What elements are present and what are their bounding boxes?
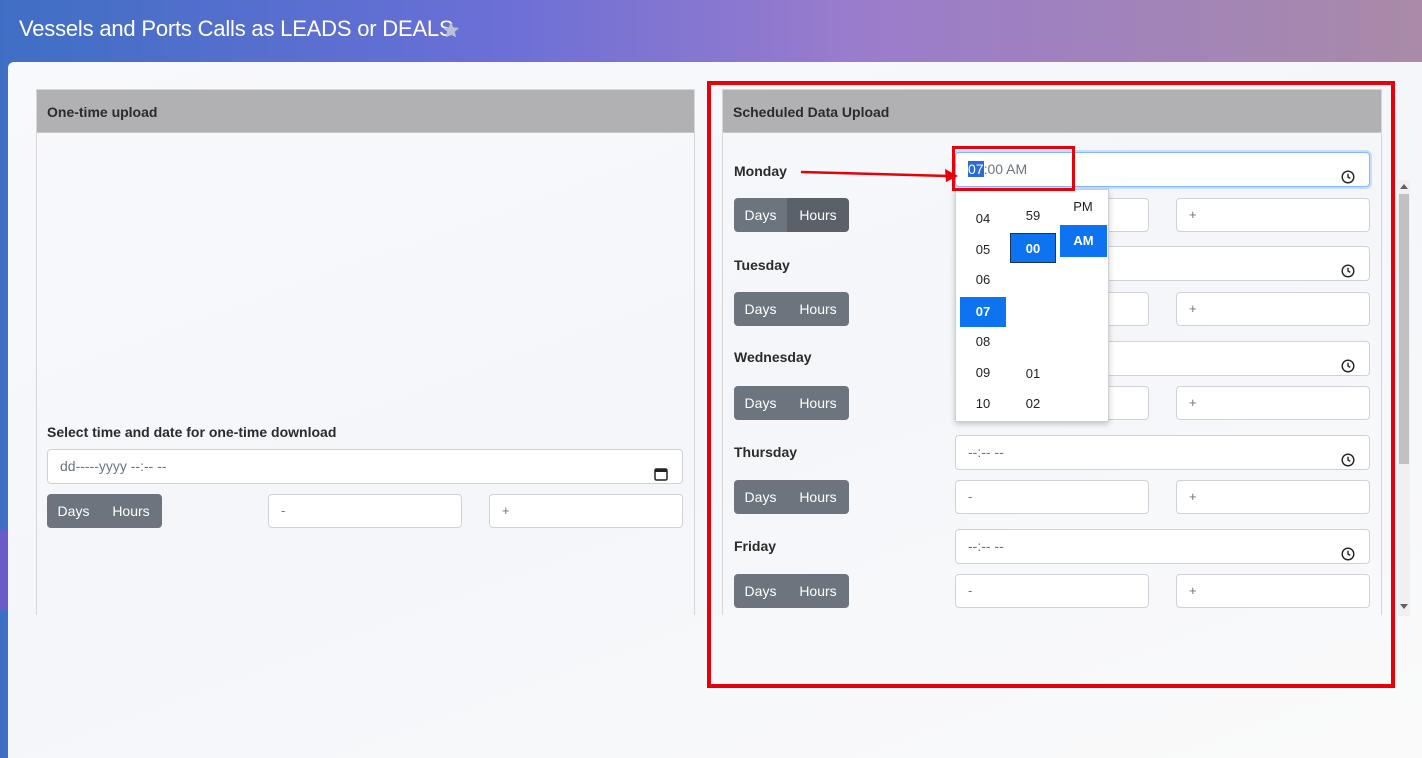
one-time-upload-panel: One-time upload	[36, 89, 695, 615]
one-time-select-label: Select time and date for one-time downlo…	[47, 424, 337, 440]
hours-button[interactable]: Hours	[100, 494, 162, 528]
page-title: Vessels and Ports Calls as LEADS or DEAL…	[19, 16, 454, 41]
annotation-arrow	[800, 169, 958, 182]
one-time-datetime-input[interactable]: dd-----yyyy --:-- --	[47, 449, 683, 484]
scroll-down-arrow-icon[interactable]	[1400, 604, 1408, 609]
one-time-minus-input[interactable]: -	[268, 494, 462, 528]
one-time-upload-header: One-time upload	[37, 90, 694, 133]
star-icon[interactable]	[441, 20, 461, 40]
datetime-placeholder: dd-----yyyy --:-- --	[60, 458, 167, 474]
annotation-highlight-time	[952, 146, 1075, 191]
days-button[interactable]: Days	[47, 494, 100, 528]
background-accent	[0, 530, 8, 610]
scroll-up-arrow-icon[interactable]	[1400, 184, 1408, 189]
one-time-plus-input[interactable]: +	[489, 494, 683, 528]
scrollbar-thumb[interactable]	[1399, 194, 1409, 464]
top-bar: Vessels and Ports Calls as LEADS or DEAL…	[0, 0, 1422, 62]
one-time-unit-toggle: Days Hours	[47, 494, 162, 528]
calendar-icon[interactable]	[654, 460, 668, 481]
